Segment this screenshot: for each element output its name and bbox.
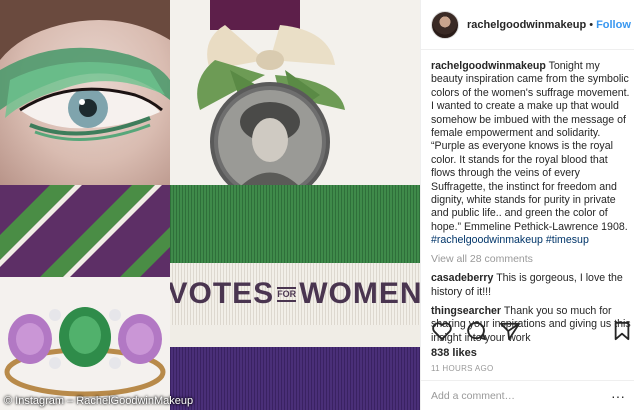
- add-comment-input[interactable]: [431, 389, 601, 402]
- post-timestamp: 11 HOURS AGO: [431, 364, 494, 373]
- add-comment-bar: ···: [421, 380, 634, 410]
- post-sidebar: rachelgoodwinmakeup • Follow rachelgoodw…: [420, 0, 634, 410]
- action-bar: [431, 318, 631, 344]
- post-photo[interactable]: VOTES FOR WOMEN © Instagram – RachelGood…: [0, 0, 420, 410]
- separator-dot: •: [589, 18, 594, 31]
- eye-makeup-photo: [0, 0, 170, 185]
- hashtag-link[interactable]: #rachelgoodwinmakeup: [431, 234, 543, 246]
- caption-username[interactable]: rachelgoodwinmakeup: [431, 60, 546, 72]
- likes-count[interactable]: 838 likes: [431, 347, 477, 359]
- comment-icon[interactable]: [465, 321, 487, 341]
- more-options-icon[interactable]: ···: [611, 389, 625, 403]
- comment-username[interactable]: thingsearcher: [431, 305, 501, 317]
- post-caption: rachelgoodwinmakeup Tonight my beauty in…: [431, 60, 631, 248]
- heart-icon[interactable]: [431, 321, 453, 341]
- votes-for-women-ribbon-photo: VOTES FOR WOMEN: [170, 185, 420, 410]
- avatar[interactable]: [431, 10, 459, 39]
- bookmark-icon[interactable]: [613, 321, 631, 341]
- gemstone-ring-photo: [0, 277, 170, 410]
- share-icon[interactable]: [499, 321, 521, 341]
- hashtag-link[interactable]: #timesup: [546, 234, 589, 246]
- header-username[interactable]: rachelgoodwinmakeup: [467, 19, 586, 31]
- suffragette-medal-photo: [170, 0, 420, 185]
- for-word: FOR: [277, 286, 297, 302]
- votes-word: VOTES: [170, 277, 275, 310]
- comment-item: casadeberry This is gorgeous, I love the…: [431, 272, 631, 299]
- comments-section: rachelgoodwinmakeup Tonight my beauty in…: [431, 60, 631, 345]
- comment-username[interactable]: casadeberry: [431, 272, 493, 284]
- women-word: WOMEN: [299, 277, 420, 310]
- photo-credit: © Instagram – RachelGoodwinMakeup: [4, 395, 194, 407]
- post-header: rachelgoodwinmakeup • Follow: [421, 0, 634, 50]
- follow-button[interactable]: Follow: [596, 19, 631, 31]
- green-white-stripes-photo: [0, 185, 170, 277]
- caption-text: Tonight my beauty inspiration came from …: [431, 60, 630, 233]
- view-all-comments-link[interactable]: View all 28 comments: [431, 253, 631, 266]
- votes-for-women-label: VOTES FOR WOMEN: [170, 263, 420, 325]
